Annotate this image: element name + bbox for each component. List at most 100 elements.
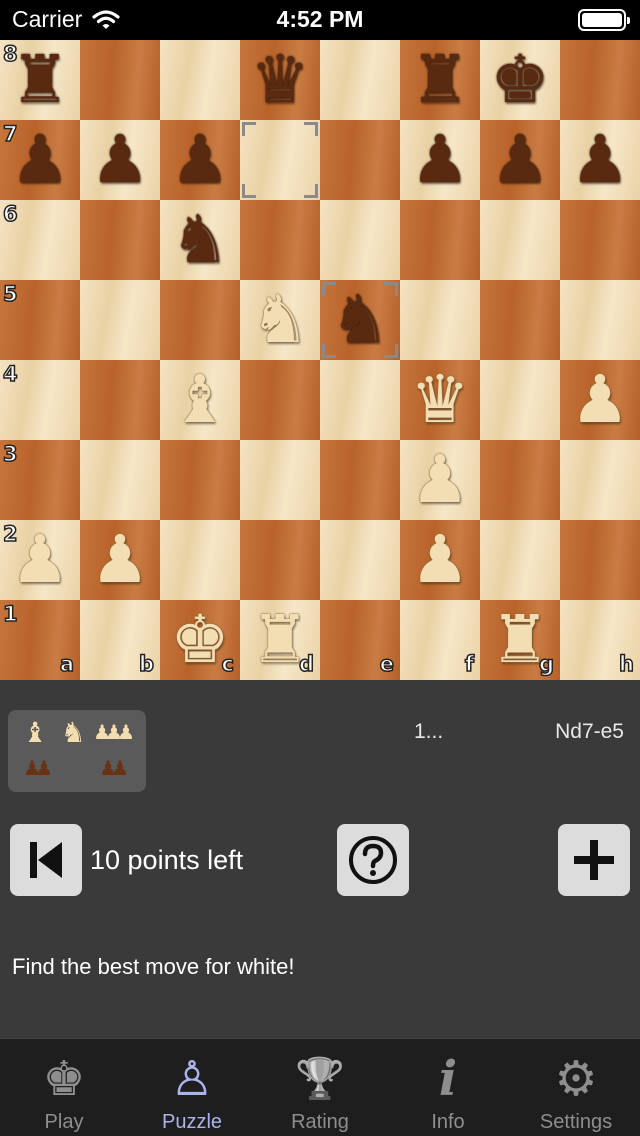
file-label: b: [138, 651, 155, 677]
last-move-notation: Nd7-e5: [555, 720, 624, 743]
restart-puzzle-button[interactable]: [10, 824, 82, 896]
black-pawn-icon[interactable]: ♟: [560, 120, 640, 200]
black-queen-icon[interactable]: ♛: [240, 40, 320, 120]
white-queen-icon[interactable]: ♛: [400, 360, 480, 440]
tab-play[interactable]: ♚ Play: [0, 1039, 128, 1136]
square-h7[interactable]: ♟: [560, 120, 640, 200]
square-d8[interactable]: ♛: [240, 40, 320, 120]
square-a6[interactable]: 6: [0, 200, 80, 280]
status-bar: Carrier 4:52 PM: [0, 0, 640, 40]
square-c6[interactable]: ♞: [160, 200, 240, 280]
square-a1[interactable]: 1a: [0, 600, 80, 680]
square-h5[interactable]: [560, 280, 640, 360]
white-pawn-icon[interactable]: ♟: [0, 520, 80, 600]
captured-white-pawns-icon: ♟♟♟: [93, 720, 135, 744]
square-e4[interactable]: [320, 360, 400, 440]
square-g4[interactable]: [480, 360, 560, 440]
white-pawn-icon[interactable]: ♟: [400, 440, 480, 520]
square-f2[interactable]: ♟: [400, 520, 480, 600]
square-d6[interactable]: [240, 200, 320, 280]
square-c2[interactable]: [160, 520, 240, 600]
square-a8[interactable]: 8 ♜: [0, 40, 80, 120]
white-knight-icon[interactable]: ♞: [240, 280, 320, 360]
square-h8[interactable]: [560, 40, 640, 120]
square-c3[interactable]: [160, 440, 240, 520]
square-f8[interactable]: ♜: [400, 40, 480, 120]
square-c7[interactable]: ♟: [160, 120, 240, 200]
square-g2[interactable]: [480, 520, 560, 600]
square-b7[interactable]: ♟: [80, 120, 160, 200]
square-g8[interactable]: ♚: [480, 40, 560, 120]
square-f3[interactable]: ♟: [400, 440, 480, 520]
square-c4[interactable]: ♝: [160, 360, 240, 440]
black-pawn-icon[interactable]: ♟: [400, 120, 480, 200]
square-g6[interactable]: [480, 200, 560, 280]
square-g3[interactable]: [480, 440, 560, 520]
white-pawn-icon[interactable]: ♟: [80, 520, 160, 600]
square-d5[interactable]: ♞: [240, 280, 320, 360]
black-rook-icon[interactable]: ♜: [0, 40, 80, 120]
square-g5[interactable]: [480, 280, 560, 360]
square-c5[interactable]: [160, 280, 240, 360]
square-d2[interactable]: [240, 520, 320, 600]
square-f1[interactable]: f: [400, 600, 480, 680]
square-d7[interactable]: [240, 120, 320, 200]
square-e1[interactable]: e: [320, 600, 400, 680]
square-g7[interactable]: ♟: [480, 120, 560, 200]
file-label: d: [298, 651, 315, 677]
square-b5[interactable]: [80, 280, 160, 360]
black-pawn-icon[interactable]: ♟: [80, 120, 160, 200]
square-a5[interactable]: 5: [0, 280, 80, 360]
white-bishop-icon[interactable]: ♝: [160, 360, 240, 440]
square-e2[interactable]: [320, 520, 400, 600]
square-f6[interactable]: [400, 200, 480, 280]
tab-puzzle[interactable]: ♙ Puzzle: [128, 1039, 256, 1136]
new-puzzle-button[interactable]: [558, 824, 630, 896]
tab-label: Play: [44, 1111, 84, 1133]
black-pawn-icon[interactable]: ♟: [480, 120, 560, 200]
white-pawn-icon[interactable]: ♟: [560, 360, 640, 440]
square-e6[interactable]: [320, 200, 400, 280]
square-d4[interactable]: [240, 360, 320, 440]
square-e5[interactable]: ♞: [320, 280, 400, 360]
square-a7[interactable]: 7 ♟: [0, 120, 80, 200]
square-a2[interactable]: 2 ♟: [0, 520, 80, 600]
black-knight-icon[interactable]: ♞: [320, 280, 400, 360]
square-e3[interactable]: [320, 440, 400, 520]
tab-rating[interactable]: 🏆 Rating: [256, 1039, 384, 1136]
square-d1[interactable]: d ♜: [240, 600, 320, 680]
square-b4[interactable]: [80, 360, 160, 440]
chess-board[interactable]: 8 ♜ ♛ ♜ ♚ 7 ♟ ♟ ♟ ♟ ♟ ♟ 6 ♞ 5 ♞ ♞ 4 ♝ ♛ ♟ 3 ♟ 2 ♟ ♟ ♟ 1 a b c ♚ d ♜ e f g ♜ h: [0, 40, 640, 680]
square-h3[interactable]: [560, 440, 640, 520]
black-knight-icon[interactable]: ♞: [160, 200, 240, 280]
white-pawn-icon[interactable]: ♟: [400, 520, 480, 600]
square-g1[interactable]: g ♜: [480, 600, 560, 680]
square-f7[interactable]: ♟: [400, 120, 480, 200]
black-pawn-icon[interactable]: ♟: [0, 120, 80, 200]
square-f5[interactable]: [400, 280, 480, 360]
square-a3[interactable]: 3: [0, 440, 80, 520]
tab-info[interactable]: i Info: [384, 1039, 512, 1136]
hint-button[interactable]: [337, 824, 409, 896]
black-rook-icon[interactable]: ♜: [400, 40, 480, 120]
tab-settings[interactable]: ⚙ Settings: [512, 1039, 640, 1136]
square-b3[interactable]: [80, 440, 160, 520]
black-pawn-icon[interactable]: ♟: [160, 120, 240, 200]
square-h2[interactable]: [560, 520, 640, 600]
square-h6[interactable]: [560, 200, 640, 280]
square-b6[interactable]: [80, 200, 160, 280]
tab-label: Info: [431, 1111, 465, 1133]
square-e7[interactable]: [320, 120, 400, 200]
square-b2[interactable]: ♟: [80, 520, 160, 600]
square-d3[interactable]: [240, 440, 320, 520]
square-c1[interactable]: c ♚: [160, 600, 240, 680]
square-b1[interactable]: b: [80, 600, 160, 680]
square-a4[interactable]: 4: [0, 360, 80, 440]
square-b8[interactable]: [80, 40, 160, 120]
square-h4[interactable]: ♟: [560, 360, 640, 440]
square-h1[interactable]: h: [560, 600, 640, 680]
square-e8[interactable]: [320, 40, 400, 120]
square-f4[interactable]: ♛: [400, 360, 480, 440]
square-c8[interactable]: [160, 40, 240, 120]
black-king-icon[interactable]: ♚: [480, 40, 560, 120]
